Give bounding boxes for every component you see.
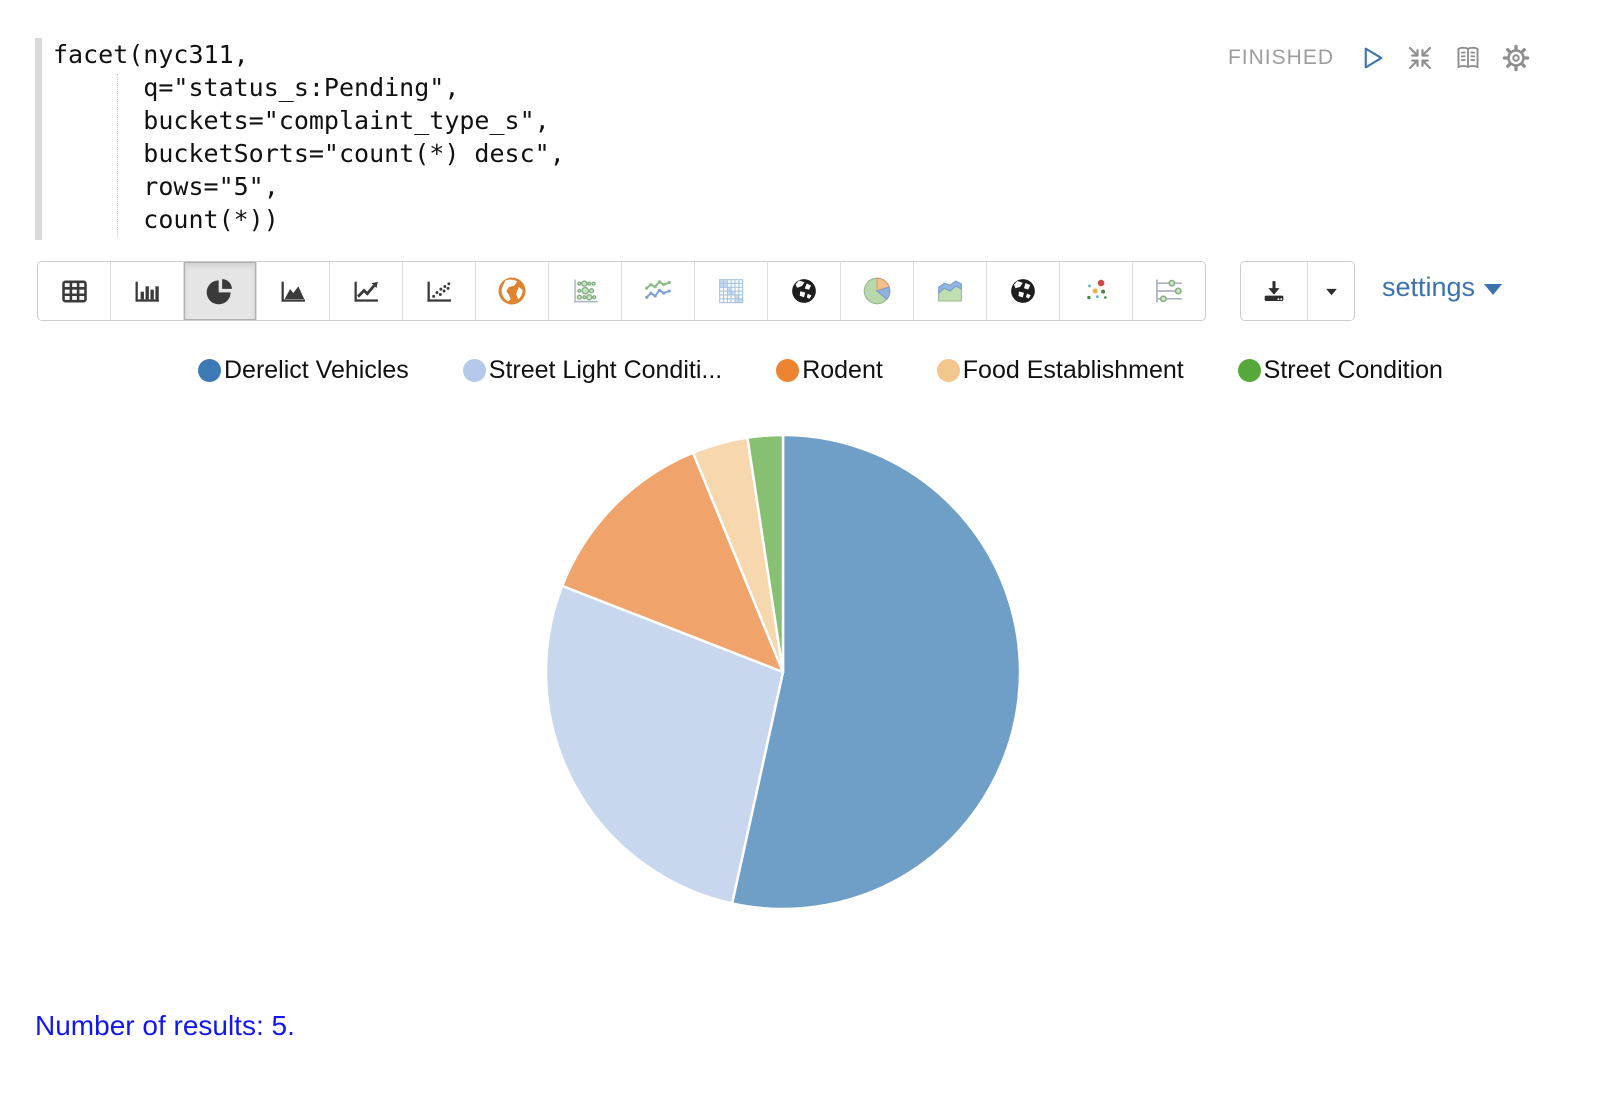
legend-label: Food Establishment [963,356,1184,385]
download-options-button[interactable] [1307,262,1354,320]
legend-item[interactable]: Street Condition [1238,356,1443,385]
chart-type-map-dark-button[interactable] [768,262,841,320]
settings-caret-icon [1484,284,1502,295]
notebook-paragraph: facet(nyc311, q="status_s:Pending", buck… [0,0,1610,1102]
legend-item[interactable]: Rodent [776,356,883,385]
multi-series-lines-icon [641,274,675,308]
scatter-colored-icon [1079,274,1113,308]
table-icon [59,276,90,307]
chart-type-scatter-button[interactable] [403,262,476,320]
chart-type-area-button[interactable] [257,262,330,320]
pie-chart [543,432,1023,912]
chart-type-map-dark-2-button[interactable] [987,262,1060,320]
legend-label: Street Light Conditi... [489,356,722,385]
chart-type-map-orange-button[interactable] [476,262,549,320]
code-line: bucketSorts="count(*) desc", [53,137,565,170]
chart-type-stacked-area-button[interactable] [914,262,987,320]
caret-down-icon [1324,284,1339,299]
globe-dark-2-icon [1008,276,1038,306]
chart-type-multiline-button[interactable] [622,262,695,320]
code-line: rows="5", [53,170,565,203]
scatter-plot-icon [423,275,455,307]
code-line: buckets="complaint_type_s", [53,104,565,137]
chart-type-bubble-matrix-button[interactable] [549,262,622,320]
chart-type-parallel-sliders-button[interactable] [1133,262,1205,320]
chart-type-pie-button[interactable] [184,262,257,320]
chart-toolbar [37,261,1206,321]
compress-icon [1405,43,1435,73]
line-chart-icon [350,275,382,307]
legend-swatch [463,359,486,382]
download-group [1240,261,1355,321]
code-line: count(*)) [53,203,565,236]
settings-label: settings [1382,272,1475,303]
chart-type-pie-colored-button[interactable] [841,262,914,320]
settings-link[interactable]: settings [1382,272,1502,303]
code-line: q="status_s:Pending", [53,71,565,104]
download-button[interactable] [1241,262,1307,320]
legend-label: Street Condition [1264,356,1443,385]
globe-dark-icon [789,276,819,306]
pie-chart-icon [204,275,236,307]
code-editor[interactable]: facet(nyc311, q="status_s:Pending", buck… [53,38,565,236]
notebook-button[interactable] [1452,42,1484,74]
area-chart-icon [277,275,309,307]
stacked-area-icon [933,274,967,308]
chart-type-strip [37,261,1206,321]
gear-icon [1501,43,1531,73]
code-line: facet(nyc311, [53,38,565,71]
globe-orange-icon [495,274,529,308]
legend-swatch [937,359,960,382]
legend-swatch [1238,359,1261,382]
legend-swatch [198,359,221,382]
legend-label: Derelict Vehicles [224,356,409,385]
parallel-sliders-icon [1152,274,1186,308]
legend-item[interactable]: Food Establishment [937,356,1184,385]
download-icon [1260,277,1288,305]
legend-item[interactable]: Derelict Vehicles [198,356,409,385]
book-icon [1453,43,1483,73]
chart-type-table-button[interactable] [38,262,111,320]
chart-type-bar-button[interactable] [111,262,184,320]
heatmap-grid-icon [714,274,748,308]
results-count-text: Number of results: 5. [35,1010,295,1042]
play-icon [1357,43,1387,73]
paragraph-controls: FINISHED [1228,42,1532,74]
chart-type-heatmap-button[interactable] [695,262,768,320]
status-badge: FINISHED [1228,46,1334,70]
chart-legend: Derelict Vehicles Street Light Conditi..… [198,356,1443,385]
code-gutter [35,38,42,240]
run-button[interactable] [1356,42,1388,74]
legend-item[interactable]: Street Light Conditi... [463,356,722,385]
shrink-button[interactable] [1404,42,1436,74]
legend-swatch [776,359,799,382]
paragraph-settings-button[interactable] [1500,42,1532,74]
legend-label: Rodent [802,356,883,385]
chart-type-scatter-colored-button[interactable] [1060,262,1133,320]
chart-type-line-button[interactable] [330,262,403,320]
pie-colored-icon [860,274,894,308]
bar-chart-icon [131,275,163,307]
bubble-matrix-icon [568,274,602,308]
